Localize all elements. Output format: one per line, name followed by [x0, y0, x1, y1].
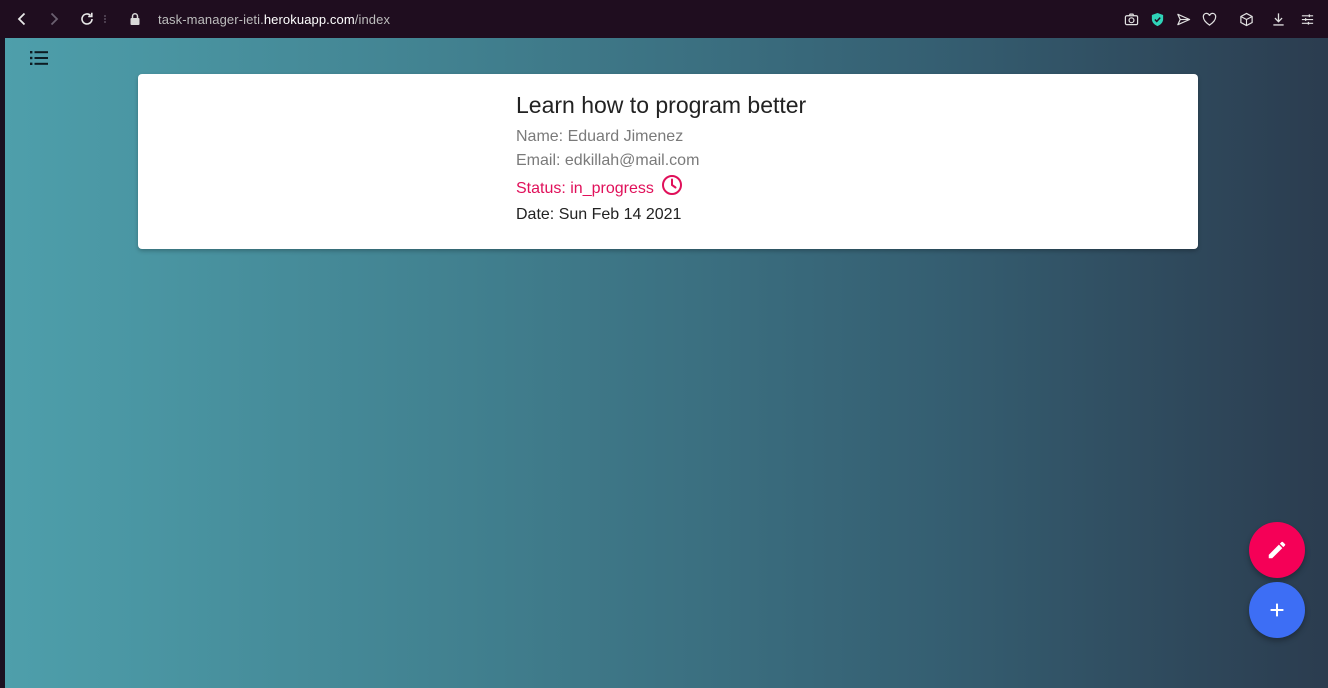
camera-icon[interactable] [1120, 8, 1142, 30]
download-icon[interactable] [1267, 8, 1289, 30]
lock-icon [130, 13, 140, 25]
heart-icon[interactable] [1198, 8, 1220, 30]
add-fab-button[interactable] [1249, 582, 1305, 638]
send-icon[interactable] [1172, 8, 1194, 30]
task-name: Name: Eduard Jimenez [516, 128, 684, 145]
page-background: Learn how to program better Name: Eduard… [0, 38, 1328, 688]
task-title: Learn how to program better [516, 92, 807, 118]
forward-icon[interactable] [43, 8, 65, 30]
reload-icon[interactable] [76, 8, 98, 30]
separator-dots-icon [100, 8, 110, 30]
task-card-body: Learn how to program better Name: Eduard… [516, 92, 806, 226]
task-card: Learn how to program better Name: Eduard… [138, 74, 1198, 249]
edit-fab-button[interactable] [1249, 522, 1305, 578]
plus-icon [1270, 603, 1284, 617]
shield-icon[interactable] [1146, 8, 1168, 30]
browser-toolbar: task-manager-ieti.herokuapp.com/index [0, 0, 1328, 38]
pencil-icon [1268, 541, 1286, 559]
url-prefix: task-manager-ieti. [158, 11, 264, 27]
box-icon[interactable] [1235, 8, 1257, 30]
url-host: herokuapp.com [263, 11, 355, 27]
address-bar[interactable]: task-manager-ieti.herokuapp.com/index [128, 9, 390, 29]
task-status-text: Status: in_progress [516, 180, 654, 197]
task-email: Email: edkillah@mail.com [516, 152, 700, 169]
task-date: Date: Sun Feb 14 2021 [516, 206, 682, 223]
back-icon[interactable] [11, 8, 33, 30]
settings-menu-icon[interactable] [1296, 8, 1318, 30]
url-text: task-manager-ieti.herokuapp.com/index [158, 12, 390, 27]
clock-icon [661, 175, 682, 195]
list-menu-icon[interactable] [27, 46, 51, 70]
url-path: /index [354, 11, 391, 27]
task-status: Status: in_progress [516, 174, 806, 204]
